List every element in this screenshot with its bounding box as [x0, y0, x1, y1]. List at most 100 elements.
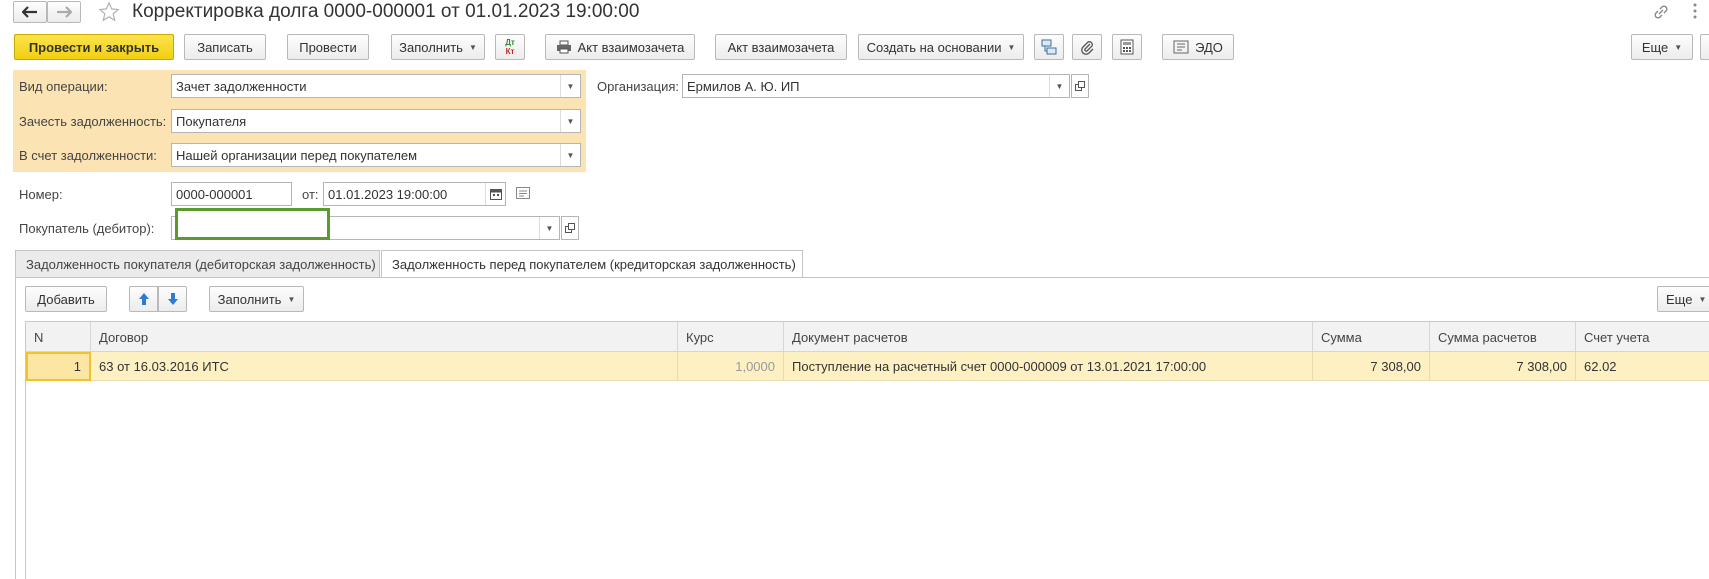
chevron-down-icon[interactable]: ▼	[560, 144, 580, 166]
table-more-label: Еще	[1666, 291, 1693, 307]
save-label: Записать	[197, 39, 253, 55]
cell-settlement-sum[interactable]: 7 308,00	[1430, 352, 1576, 381]
operation-type-value: Зачет задолженности	[176, 78, 307, 94]
offset-debt-select[interactable]: Покупателя ▼	[171, 109, 581, 133]
date-input[interactable]: 01.01.2023 19:00:00	[323, 182, 506, 206]
tab-creditor-debt-label: Задолженность перед покупателем (кредито…	[392, 257, 796, 272]
chevron-down-icon[interactable]: ▼	[560, 110, 580, 132]
attach-button[interactable]	[1072, 34, 1102, 60]
offset-debt-value: Покупателя	[176, 113, 247, 129]
act-label: Акт взаимозачета	[727, 39, 835, 55]
arrow-right-icon	[57, 6, 72, 18]
back-button[interactable]	[13, 1, 47, 23]
number-label: Номер:	[19, 187, 63, 202]
calculator-icon	[1120, 39, 1134, 55]
structure-button[interactable]	[1034, 34, 1064, 60]
cell-sum[interactable]: 7 308,00	[1313, 352, 1430, 381]
fill-label: Заполнить	[399, 39, 463, 55]
forward-button[interactable]	[47, 1, 81, 23]
open-window-icon	[565, 223, 575, 233]
chevron-down-icon: ▼	[287, 294, 296, 304]
dt-label: Дт	[505, 38, 515, 47]
open-buyer-button[interactable]	[561, 216, 579, 240]
operation-type-label: Вид операции:	[19, 79, 108, 94]
number-input[interactable]: 0000-000001	[171, 182, 292, 206]
edo-icon	[1173, 40, 1189, 54]
comment-icon[interactable]	[516, 187, 532, 201]
tab-panel-border	[15, 277, 1709, 278]
tab-panel-left-border	[15, 277, 16, 579]
cell-account[interactable]: 62.02	[1576, 352, 1709, 381]
post-button[interactable]: Провести	[287, 34, 369, 60]
dt-kt-button[interactable]: Дт Кт	[495, 34, 525, 60]
window-menu-icon[interactable]	[1692, 2, 1702, 22]
tab-creditor-debt[interactable]: Задолженность перед покупателем (кредито…	[381, 250, 803, 278]
create-based-on-label: Создать на основании	[866, 39, 1002, 55]
move-up-button[interactable]	[129, 286, 158, 312]
column-header-settlement-sum[interactable]: Сумма расчетов	[1430, 322, 1576, 352]
favorite-star-icon[interactable]	[98, 1, 122, 23]
dt-kt-icon: Дт Кт	[505, 38, 515, 56]
column-header-contract[interactable]: Договор	[91, 322, 678, 352]
calendar-icon[interactable]	[485, 183, 505, 205]
post-and-close-label: Провести и закрыть	[28, 39, 160, 55]
link-icon[interactable]	[1652, 3, 1670, 21]
cell-rate[interactable]: 1,0000	[678, 352, 784, 381]
post-label: Провести	[299, 39, 357, 55]
operation-type-select[interactable]: Зачет задолженности ▼	[171, 74, 581, 98]
column-header-rate[interactable]: Курс	[678, 322, 784, 352]
organization-label: Организация:	[597, 79, 680, 94]
cell-contract[interactable]: 63 от 16.03.2016 ИТС	[91, 352, 678, 381]
cell-n[interactable]: 1	[26, 352, 91, 381]
printer-icon	[556, 40, 571, 54]
against-debt-label: В счет задолженности:	[19, 148, 157, 163]
document-structure-icon	[1041, 39, 1057, 55]
arrow-down-icon	[167, 293, 178, 305]
table-fill-label: Заполнить	[217, 291, 282, 307]
date-value: 01.01.2023 19:00:00	[328, 186, 448, 202]
focus-highlight-box	[175, 208, 330, 240]
open-organization-button[interactable]	[1071, 74, 1089, 98]
chevron-down-icon: ▼	[468, 42, 477, 52]
create-based-on-button[interactable]: Создать на основании ▼	[858, 34, 1024, 60]
number-value: 0000-000001	[176, 186, 253, 202]
calculator-button[interactable]	[1112, 34, 1142, 60]
add-row-button[interactable]: Добавить	[25, 286, 107, 312]
tab-debtor-debt[interactable]: Задолженность покупателя (дебиторская за…	[15, 250, 380, 277]
more-label: Еще	[1641, 39, 1669, 55]
chevron-down-icon: ▼	[1674, 42, 1683, 52]
table-fill-button[interactable]: Заполнить ▼	[209, 286, 304, 312]
move-down-button[interactable]	[158, 286, 187, 312]
post-and-close-button[interactable]: Провести и закрыть	[14, 34, 174, 60]
act-button[interactable]: Акт взаимозачета	[715, 34, 847, 60]
against-debt-select[interactable]: Нашей организации перед покупателем ▼	[171, 143, 581, 167]
column-header-account[interactable]: Счет учета	[1576, 322, 1709, 352]
edo-label: ЭДО	[1195, 39, 1223, 55]
save-button[interactable]: Записать	[184, 34, 266, 60]
chevron-down-icon[interactable]: ▼	[539, 217, 559, 239]
chevron-down-icon[interactable]: ▼	[1049, 75, 1069, 97]
column-header-sum[interactable]: Сумма	[1313, 322, 1430, 352]
tab-debtor-debt-label: Задолженность покупателя (дебиторская за…	[26, 256, 376, 272]
organization-value: Ермилов А. Ю. ИП	[687, 78, 800, 94]
paperclip-icon	[1081, 41, 1094, 55]
buyer-label: Покупатель (дебитор):	[19, 221, 155, 236]
column-header-document[interactable]: Документ расчетов	[784, 322, 1313, 352]
cell-document[interactable]: Поступление на расчетный счет 0000-00000…	[784, 352, 1313, 381]
extra-toolbar-button[interactable]	[1700, 34, 1709, 60]
date-label: от:	[302, 187, 319, 202]
arrow-up-icon	[138, 293, 149, 305]
more-button[interactable]: Еще ▼	[1631, 34, 1693, 60]
print-act-button[interactable]: Акт взаимозачета	[545, 34, 695, 60]
page-title: Корректировка долга 0000-000001 от 01.01…	[132, 1, 640, 22]
fill-button[interactable]: Заполнить ▼	[391, 34, 485, 60]
offset-debt-label: Зачесть задолженность:	[19, 114, 167, 129]
chevron-down-icon: ▼	[1007, 42, 1016, 52]
against-debt-value: Нашей организации перед покупателем	[176, 147, 418, 163]
column-header-n[interactable]: N	[26, 322, 91, 352]
arrow-left-icon	[22, 6, 37, 18]
table-more-button[interactable]: Еще ▼	[1657, 286, 1709, 312]
chevron-down-icon[interactable]: ▼	[560, 75, 580, 97]
edo-button[interactable]: ЭДО	[1162, 34, 1234, 60]
organization-select[interactable]: Ермилов А. Ю. ИП ▼	[682, 74, 1070, 98]
